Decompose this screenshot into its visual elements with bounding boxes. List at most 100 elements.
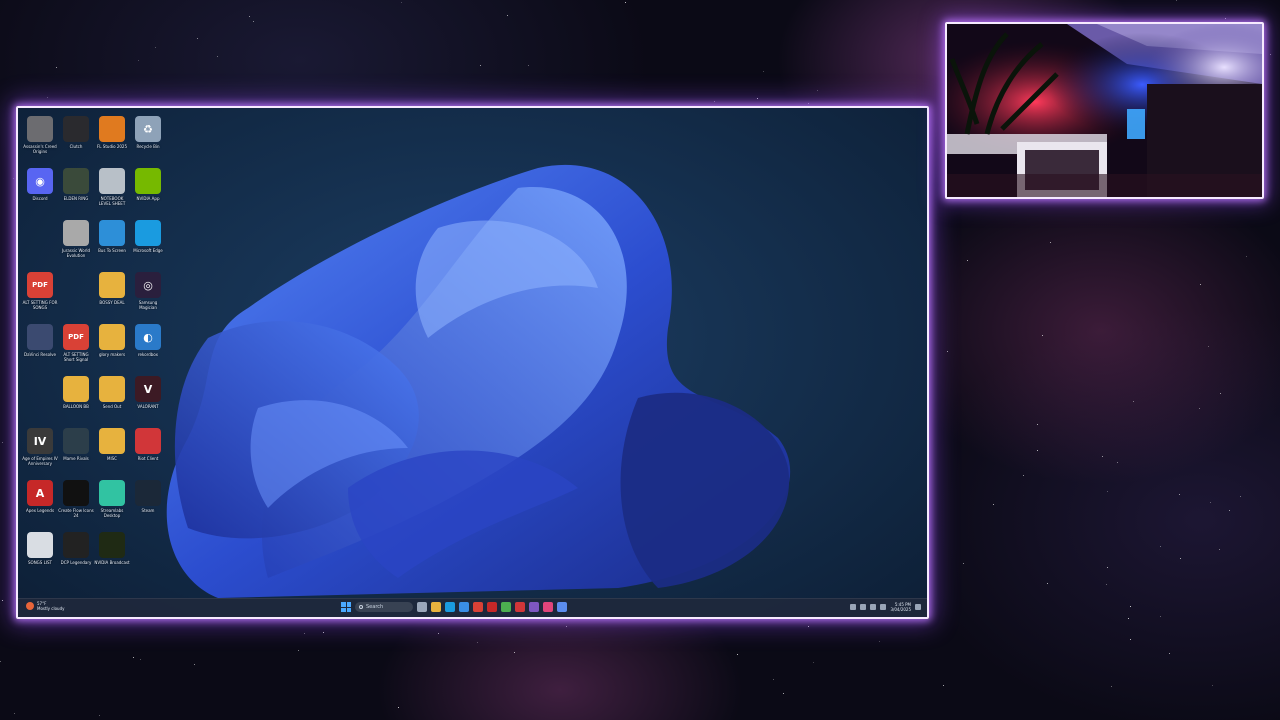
desktop-shortcut[interactable]: Bus To Screen — [94, 216, 130, 268]
desktop-shortcut[interactable]: ♻ Recycle Bin — [130, 112, 166, 164]
desktop-shortcut[interactable]: SONGS LIST — [22, 528, 58, 580]
star — [507, 15, 508, 16]
desktop-shortcut[interactable]: Create Flow Icons 24 — [58, 476, 94, 528]
desktop-shortcut[interactable]: Assassin's Creed Origins — [22, 112, 58, 164]
recycle-bin-icon: ♻ — [135, 116, 161, 142]
star — [967, 260, 968, 261]
desktop-shortcut-label: Steam — [141, 508, 155, 513]
star — [1200, 284, 1201, 285]
desktop-shortcut[interactable]: PDF ALT SETTING FOR SONGS — [22, 268, 58, 320]
volume-icon[interactable] — [870, 604, 877, 610]
desktop-shortcut[interactable]: Mame Rivals — [58, 424, 94, 476]
edge-icon[interactable] — [445, 602, 455, 612]
desktop-shortcut[interactable]: ◉ Discord — [22, 164, 58, 216]
star — [2, 600, 3, 601]
desktop-shortcut[interactable]: Streamlabs Desktop — [94, 476, 130, 528]
app-icon[interactable] — [515, 602, 525, 612]
desktop-shortcut[interactable]: Clutch — [58, 112, 94, 164]
desktop-shortcut[interactable]: NOTEBOOK LEVEL SHEET — [94, 164, 130, 216]
star — [138, 60, 139, 61]
desktop-shortcut-label: VALORANT — [137, 404, 159, 409]
desktop-shortcut[interactable]: V VALORANT — [130, 372, 166, 424]
webcam-frame — [945, 22, 1264, 199]
star — [2, 442, 3, 443]
star — [566, 626, 567, 627]
app-icon — [63, 480, 89, 506]
star — [808, 103, 809, 104]
app-icon[interactable] — [487, 602, 497, 612]
desktop-shortcut-label: Recycle Bin — [136, 144, 160, 149]
star — [993, 504, 994, 505]
file-explorer-icon[interactable] — [431, 602, 441, 612]
battery-icon[interactable] — [880, 604, 887, 610]
windows-desktop[interactable]: Assassin's Creed Origins Clutch FL Studio … — [18, 108, 927, 617]
desktop-shortcut[interactable]: DaVinci Resolve — [22, 320, 58, 372]
assassins-creed-icon — [27, 116, 53, 142]
star — [625, 2, 626, 3]
desktop-shortcut[interactable]: NVIDIA Broadcast — [94, 528, 130, 580]
desktop-shortcut-label: Apex Legends — [25, 508, 55, 513]
star — [514, 652, 515, 653]
star — [13, 178, 14, 179]
desktop-shortcut[interactable]: MISC — [94, 424, 130, 476]
star — [480, 65, 481, 66]
desktop-shortcut[interactable]: PDF ALT SETTING Short Signal — [58, 320, 94, 372]
store-icon[interactable] — [459, 602, 469, 612]
desktop-shortcut[interactable]: Steam — [130, 476, 166, 528]
nvidia-broadcast-icon — [99, 532, 125, 558]
webcam-feed — [947, 24, 1262, 197]
star — [1225, 18, 1226, 19]
desktop-shortcut[interactable]: ELDEN RING — [58, 164, 94, 216]
weather-widget[interactable]: 57°F Mostly cloudy — [26, 601, 65, 611]
star — [947, 351, 948, 352]
app-icon[interactable] — [473, 602, 483, 612]
star — [1219, 549, 1220, 550]
desktop-shortcut[interactable]: Microsoft Edge — [130, 216, 166, 268]
desktop-shortcut[interactable]: glory makers — [94, 320, 130, 372]
star — [398, 707, 399, 708]
star — [1240, 496, 1241, 497]
star — [1107, 491, 1108, 492]
app-icon[interactable] — [557, 602, 567, 612]
desktop-shortcut[interactable]: ◎ Samsung Magician — [130, 268, 166, 320]
star — [737, 654, 738, 655]
desktop-shortcut[interactable]: FL Studio 2025 — [94, 112, 130, 164]
pdf-icon: PDF — [63, 324, 89, 350]
desktop-shortcut[interactable]: BALLOON BB — [58, 372, 94, 424]
dcp-icon — [63, 532, 89, 558]
task-view-icon[interactable] — [417, 602, 427, 612]
desktop-shortcut-label: ALT SETTING FOR SONGS — [22, 300, 58, 310]
star — [1023, 475, 1024, 476]
app-icon[interactable] — [543, 602, 553, 612]
star — [1220, 393, 1221, 394]
screen-capture-frame: Assassin's Creed Origins Clutch FL Studio … — [16, 106, 929, 619]
star — [1160, 546, 1161, 547]
desktop-icons: Assassin's Creed Origins Clutch FL Studio … — [22, 112, 172, 580]
folder-icon — [99, 272, 125, 298]
desktop-shortcut[interactable]: IV Age of Empires IV Anniversary Edition — [22, 424, 58, 476]
desktop-shortcut-label: MISC — [107, 456, 117, 461]
desktop-shortcut[interactable]: Jurassic World Evolution — [58, 216, 94, 268]
desktop-shortcut[interactable]: DCP Legendary — [58, 528, 94, 580]
desktop-shortcut[interactable]: A Apex Legends — [22, 476, 58, 528]
clock-date: 3/04/2025 — [890, 607, 911, 612]
taskbar-search-box[interactable]: Search — [355, 602, 413, 612]
windows-start-icon[interactable] — [341, 602, 351, 612]
network-icon[interactable] — [860, 604, 867, 610]
star — [99, 715, 100, 716]
desktop-shortcut-label: Create Flow Icons 24 — [58, 508, 94, 518]
chrome-icon[interactable] — [501, 602, 511, 612]
elden-ring-icon — [63, 168, 89, 194]
weather-icon — [26, 602, 34, 610]
desktop-shortcut[interactable]: BOSSY DEAL — [94, 268, 130, 320]
star — [1047, 583, 1048, 584]
chevron-up-icon[interactable] — [850, 604, 857, 610]
star — [1176, 0, 1177, 1]
desktop-shortcut[interactable]: NVIDIA App — [130, 164, 166, 216]
desktop-shortcut[interactable]: Riot Client — [130, 424, 166, 476]
app-icon[interactable] — [529, 602, 539, 612]
desktop-shortcut[interactable]: ◐ rekordbox — [130, 320, 166, 372]
desktop-shortcut[interactable]: Send Out — [94, 372, 130, 424]
taskbar-clock[interactable]: 5:45 PM 3/04/2025 — [890, 602, 911, 612]
notification-bell-icon[interactable] — [915, 604, 921, 610]
